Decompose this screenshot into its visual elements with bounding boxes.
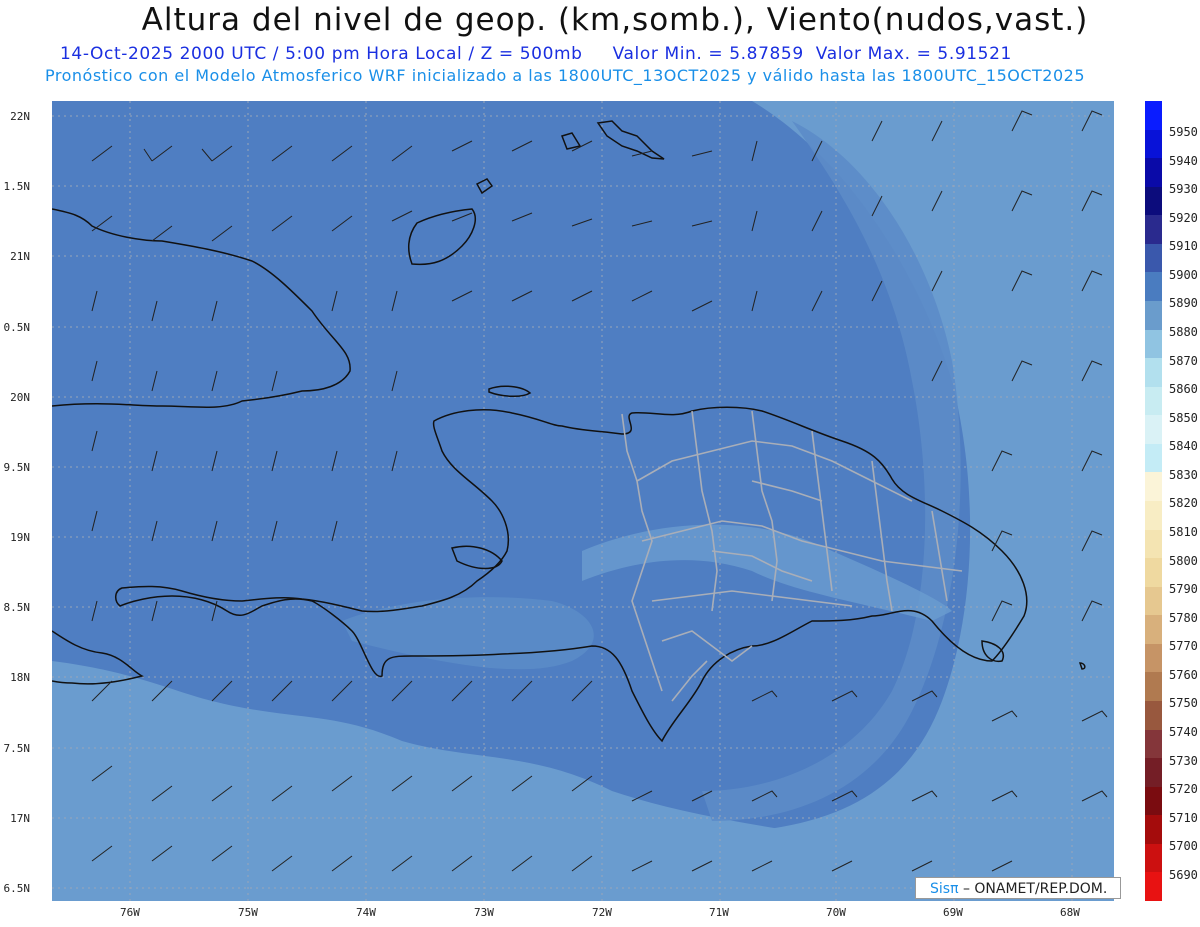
colorbar-swatch [1145, 501, 1162, 531]
shade-sw-patch [342, 597, 594, 670]
colorbar-swatch [1145, 843, 1162, 873]
x-label-2: 74W [356, 906, 376, 919]
colorbar-label: 5730 [1169, 753, 1198, 768]
colorbar-label: 5950 [1169, 125, 1198, 139]
y-label-3: 0.5N [3, 321, 31, 334]
colorbar-label: 5870 [1169, 353, 1198, 368]
colorbar-swatch [1145, 415, 1162, 445]
y-label-8: 18N [10, 671, 30, 684]
colorbar-swatch [1145, 186, 1162, 216]
coast-caicos [561, 132, 582, 150]
colorbar-label: 5760 [1169, 667, 1198, 682]
colorbar-swatch [1145, 472, 1162, 502]
colorbar-label: 5740 [1169, 725, 1198, 739]
shade-south-ocean [52, 661, 792, 901]
colorbar-label: 5820 [1169, 496, 1198, 511]
colorbar-label: 5810 [1169, 525, 1198, 539]
colorbar-swatch [1145, 386, 1162, 416]
x-label-5: 71W [709, 906, 729, 919]
x-label-7: 69W [943, 906, 963, 919]
sispi-brand: Sisπ [930, 881, 959, 897]
colorbar-swatch [1145, 158, 1162, 188]
x-label-0: 76W [120, 906, 140, 919]
colorbar-swatch [1145, 329, 1162, 359]
colorbar-label: 5840 [1169, 439, 1198, 454]
colorbar-swatch [1145, 443, 1162, 473]
date-time-text: 14-Oct-2025 2000 UTC / 5:00 pm Hora Loca… [60, 44, 583, 64]
colorbar-label: 5690 [1169, 867, 1198, 882]
colorbar-label: 5830 [1169, 467, 1198, 482]
x-label-6: 70W [826, 906, 846, 919]
colorbar-swatch [1145, 272, 1162, 302]
y-label-10: 17N [10, 812, 30, 825]
y-label-0: 22N [10, 110, 30, 123]
coast-cuba [52, 208, 351, 408]
colorbar [1145, 101, 1162, 902]
colorbar-swatch [1145, 215, 1162, 245]
x-label-1: 75W [238, 906, 258, 919]
forecast-note: Pronóstico con el Modelo Atmosferico WRF… [45, 66, 1086, 85]
y-label-2: 21N [10, 250, 30, 263]
colorbar-swatch [1145, 643, 1162, 673]
colorbar-label: 5930 [1169, 182, 1198, 197]
colorbar-swatch [1145, 558, 1162, 588]
colorbar-label: 5940 [1169, 153, 1198, 168]
colorbar-swatch [1145, 786, 1162, 816]
colorbar-swatch [1145, 358, 1162, 388]
colorbar-label: 5860 [1169, 382, 1198, 397]
colorbar-label: 5880 [1169, 325, 1198, 339]
colorbar-swatch [1145, 301, 1162, 331]
coast-gonave [450, 545, 503, 570]
shade-east-ocean [592, 101, 1114, 901]
colorbar-label: 5700 [1169, 839, 1198, 854]
colorbar-swatch [1145, 872, 1162, 902]
colorbar-swatch [1145, 243, 1162, 273]
map-svg [52, 101, 1114, 901]
colorbar-label: 5900 [1169, 267, 1198, 282]
colorbar-label: 5770 [1169, 639, 1198, 654]
map-title: Altura del nivel de geop. (km,somb.), Vi… [141, 2, 1089, 38]
colorbar-label: 5920 [1169, 210, 1198, 225]
x-label-8: 68W [1060, 906, 1080, 919]
credit-text: – ONAMET/REP.DOM. [958, 881, 1108, 897]
colorbar-swatch [1145, 101, 1162, 131]
y-label-1: 1.5N [3, 180, 31, 193]
colorbar-label: 5750 [1169, 696, 1198, 711]
coast-tortuga [488, 385, 532, 397]
colorbar-label: 5720 [1169, 782, 1198, 797]
colorbar-swatch [1145, 729, 1162, 759]
valor-max-text: Valor Max. = 5.91521 [815, 44, 1012, 64]
colorbar-swatch [1145, 615, 1162, 645]
geopotential-map[interactable] [52, 101, 1114, 901]
colorbar-label: 5780 [1169, 610, 1198, 625]
colorbar-label: 5850 [1169, 410, 1198, 425]
colorbar-swatch [1145, 129, 1162, 159]
coast-hispaniola [115, 406, 1028, 743]
colorbar-swatch [1145, 758, 1162, 788]
y-label-9: 7.5N [3, 742, 31, 755]
colorbar-label: 5710 [1169, 810, 1198, 825]
y-label-11: 6.5N [3, 882, 31, 895]
colorbar-label: 5790 [1169, 582, 1198, 597]
valid-time-line: 14-Oct-2025 2000 UTC / 5:00 pm Hora Loca… [60, 44, 1012, 64]
colorbar-swatch [1145, 701, 1162, 731]
colorbar-label: 5910 [1169, 239, 1198, 254]
x-label-3: 73W [474, 906, 494, 919]
colorbar-label: 5800 [1169, 553, 1198, 568]
y-label-6: 19N [10, 531, 30, 544]
coast-turks [596, 120, 665, 160]
colorbar-swatch [1145, 586, 1162, 616]
colorbar-swatch [1145, 815, 1162, 845]
y-label-4: 20N [10, 391, 30, 404]
credit-box: Sisπ – ONAMET/REP.DOM. [915, 877, 1121, 899]
valor-min-text: Valor Min. = 5.87859 [612, 44, 804, 64]
colorbar-label: 5890 [1169, 296, 1198, 311]
y-label-5: 9.5N [3, 461, 31, 474]
x-label-4: 72W [592, 906, 612, 919]
colorbar-swatch [1145, 672, 1162, 702]
y-label-7: 8.5N [3, 601, 31, 614]
colorbar-swatch [1145, 529, 1162, 559]
